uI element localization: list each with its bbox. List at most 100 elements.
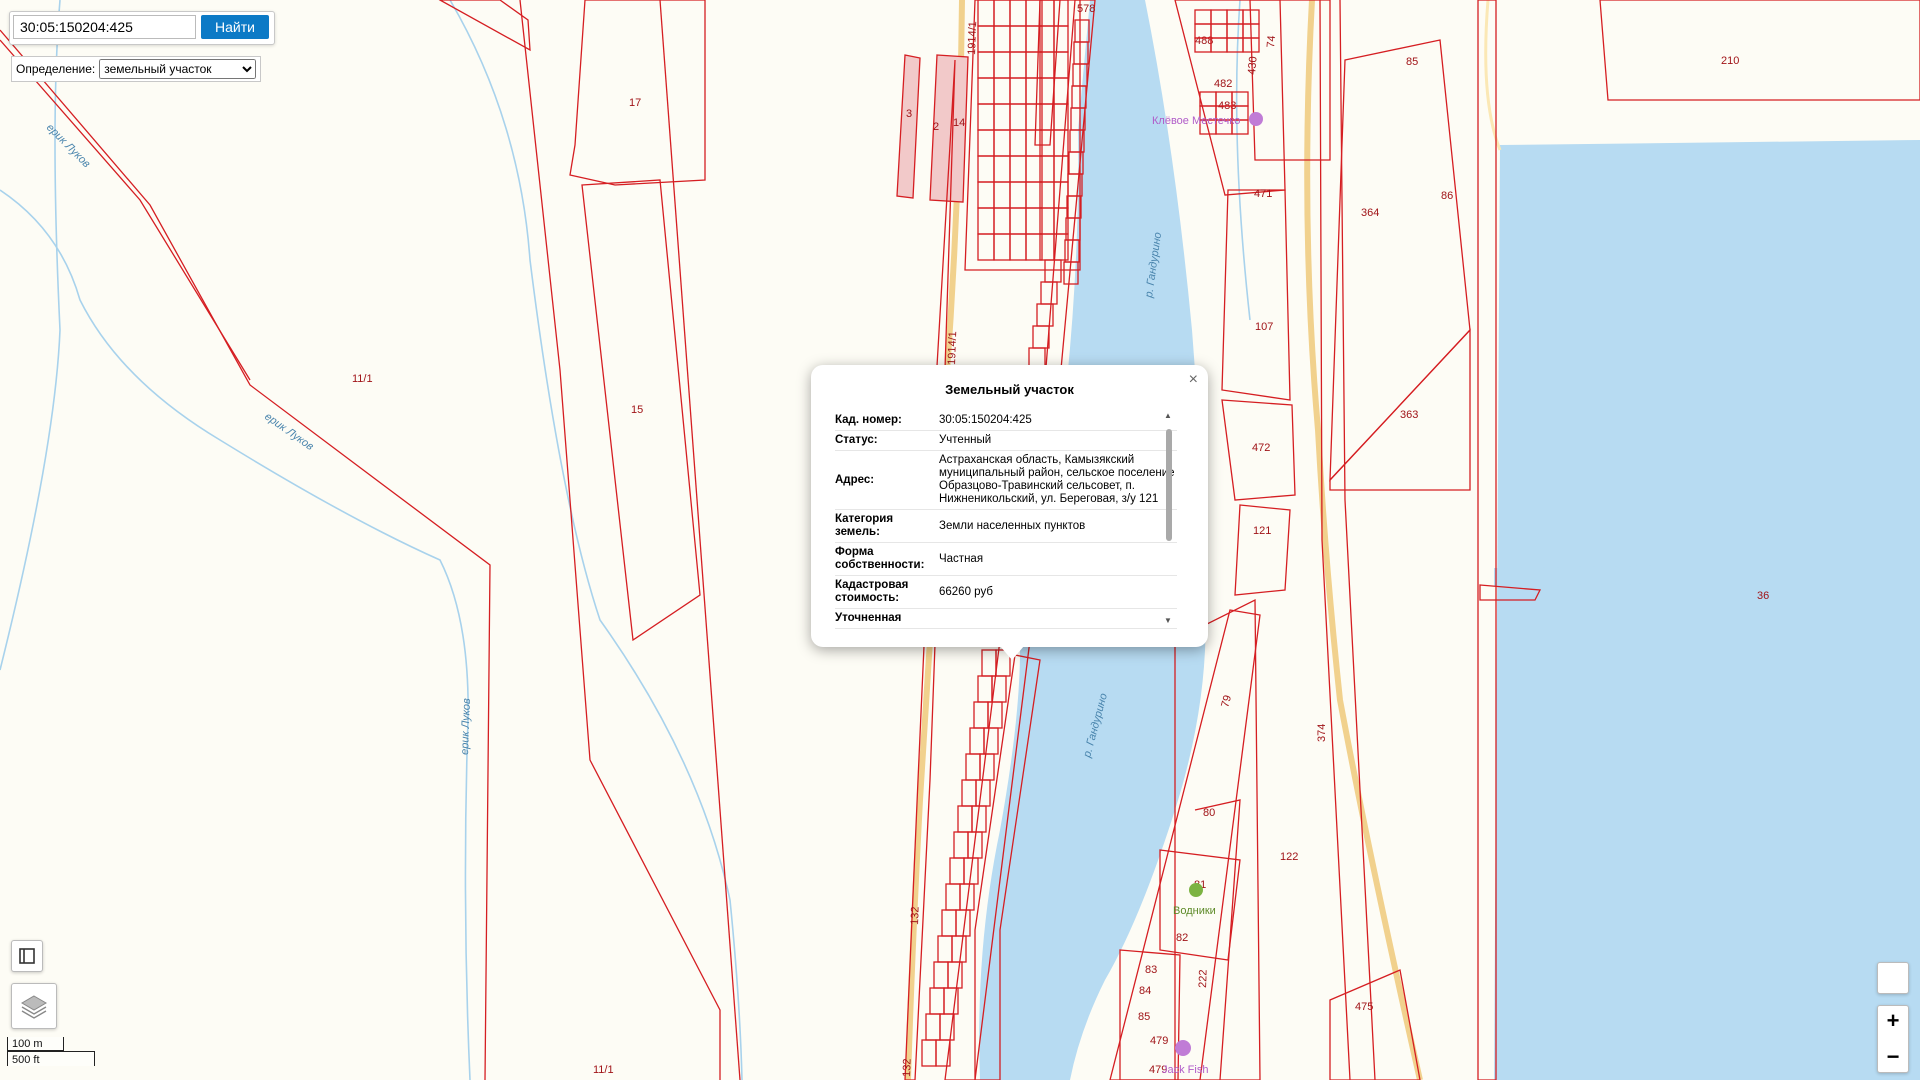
svg-text:74: 74 — [1265, 35, 1278, 48]
svg-text:82: 82 — [1176, 932, 1188, 944]
zoom-out-button[interactable]: − — [1887, 1042, 1900, 1072]
svg-text:11/1: 11/1 — [352, 373, 373, 385]
table-row: Категория земель: Земли населенных пункт… — [835, 509, 1177, 543]
settlement-parcel — [1053, 129, 1069, 157]
zoom-in-button[interactable]: + — [1887, 1006, 1900, 1036]
definition-select[interactable]: земельный участок — [99, 59, 257, 79]
settlement-parcel — [1194, 9, 1212, 25]
svg-text:Водники: Водники — [1173, 905, 1216, 917]
settlement-parcel — [1040, 281, 1058, 305]
settlement-parcel — [1009, 233, 1027, 261]
svg-text:363: 363 — [1400, 409, 1418, 421]
svg-text:472: 472 — [1252, 442, 1270, 454]
row-key: Статус: — [835, 430, 939, 451]
settlement-parcel — [951, 935, 967, 963]
settlement-parcel — [977, 675, 993, 703]
settlement-parcel — [941, 909, 957, 937]
definition-label: Определение: — [16, 62, 96, 76]
svg-text:11/1: 11/1 — [593, 1064, 614, 1076]
svg-text:121: 121 — [1253, 525, 1271, 537]
parcel-info-table: Кад. номер: 30:05:150204:425 Статус: Учт… — [835, 411, 1177, 629]
settlement-parcel — [965, 753, 981, 781]
settlement-parcel — [993, 207, 1011, 235]
table-row: Статус: Учтенный — [835, 430, 1177, 451]
svg-text:374: 374 — [1316, 724, 1328, 742]
settlement-parcel — [993, 181, 1011, 209]
scroll-down-icon[interactable]: ▼ — [1164, 616, 1172, 625]
settlement-parcel — [993, 103, 1011, 131]
svg-text:430: 430 — [1246, 56, 1260, 75]
svg-text:86: 86 — [1441, 190, 1453, 202]
settlement-parcel — [993, 129, 1011, 157]
settlement-parcel — [1009, 103, 1027, 131]
settlement-parcel — [953, 831, 969, 859]
svg-text:210: 210 — [1721, 55, 1739, 67]
settlement-parcel — [993, 155, 1011, 183]
settlement-parcel — [1210, 9, 1228, 25]
svg-text:1914/1: 1914/1 — [946, 331, 959, 365]
svg-text:Jack Fish: Jack Fish — [1162, 1064, 1208, 1076]
table-row: Кад. номер: 30:05:150204:425 — [835, 411, 1177, 431]
search-button[interactable]: Найти — [201, 15, 269, 39]
settlement-parcel — [933, 961, 949, 989]
settlement-parcel — [977, 0, 995, 27]
row-value — [939, 608, 1177, 629]
svg-text:475: 475 — [1355, 1001, 1373, 1013]
table-row: Кадастровая стоимость: 66260 руб — [835, 575, 1177, 609]
lake — [1494, 140, 1920, 1080]
settlement-parcel — [973, 701, 989, 729]
settlement-parcel — [977, 51, 995, 79]
layers-button[interactable] — [11, 983, 57, 1029]
svg-text:222: 222 — [1197, 969, 1210, 988]
popup-body[interactable]: Кад. номер: 30:05:150204:425 Статус: Учт… — [835, 411, 1177, 636]
svg-text:364: 364 — [1361, 207, 1379, 219]
svg-text:79: 79 — [1219, 694, 1234, 709]
settlement-parcel — [957, 805, 973, 833]
svg-text:84: 84 — [1139, 985, 1151, 997]
settlement-parcel — [1226, 9, 1244, 25]
search-input[interactable] — [13, 15, 196, 39]
popup-tip — [1000, 646, 1024, 660]
svg-text:ерик Луков: ерик Луков — [262, 411, 316, 453]
settlement-parcel — [1009, 0, 1027, 27]
svg-text:Клёвое Местечко: Клёвое Местечко — [1152, 115, 1240, 127]
definition-selector: Определение: земельный участок — [11, 56, 262, 82]
svg-text:85: 85 — [1138, 1011, 1150, 1023]
settlement-parcel — [1053, 77, 1069, 105]
settlement-parcel — [993, 77, 1011, 105]
row-key: Кадастровая стоимость: — [835, 575, 939, 609]
settlement-parcel — [1226, 37, 1244, 53]
row-value: Земли населенных пунктов — [939, 509, 1177, 543]
scroll-thumb[interactable] — [1166, 429, 1172, 541]
svg-text:83: 83 — [1145, 964, 1157, 976]
svg-text:3: 3 — [906, 108, 912, 120]
svg-text:80: 80 — [1203, 807, 1215, 819]
settlement-parcel — [929, 987, 945, 1015]
settlement-parcel — [921, 1039, 937, 1067]
road-right-stripe — [1484, 0, 1502, 151]
settlement-parcel — [1032, 325, 1050, 349]
settlement-parcel — [961, 779, 977, 807]
settlement-parcel — [977, 155, 995, 183]
ruler-button[interactable] — [11, 940, 43, 972]
settlement-parcel — [977, 233, 995, 261]
poi-kleovoe-icon — [1249, 112, 1263, 126]
popup-scrollbar[interactable]: ▲ ▼ — [1163, 411, 1175, 627]
zoom-control: + − — [1877, 1005, 1909, 1073]
settlement-parcel — [1053, 181, 1069, 209]
settlement-parcel — [1009, 51, 1027, 79]
svg-text:15: 15 — [631, 404, 643, 416]
settlement-parcel — [977, 77, 995, 105]
svg-text:2: 2 — [933, 121, 939, 133]
scroll-up-icon[interactable]: ▲ — [1164, 411, 1172, 420]
settlement-parcel — [937, 935, 953, 963]
settlement-parcel — [1199, 91, 1217, 107]
fullscreen-button[interactable] — [1877, 962, 1909, 994]
ruler-icon — [19, 948, 35, 964]
svg-text:17: 17 — [629, 97, 641, 109]
row-value: Учтенный — [939, 430, 1177, 451]
settlement-parcel — [979, 753, 995, 781]
row-key: Категория земель: — [835, 509, 939, 543]
svg-text:107: 107 — [1255, 321, 1273, 333]
svg-text:132: 132 — [909, 906, 922, 925]
